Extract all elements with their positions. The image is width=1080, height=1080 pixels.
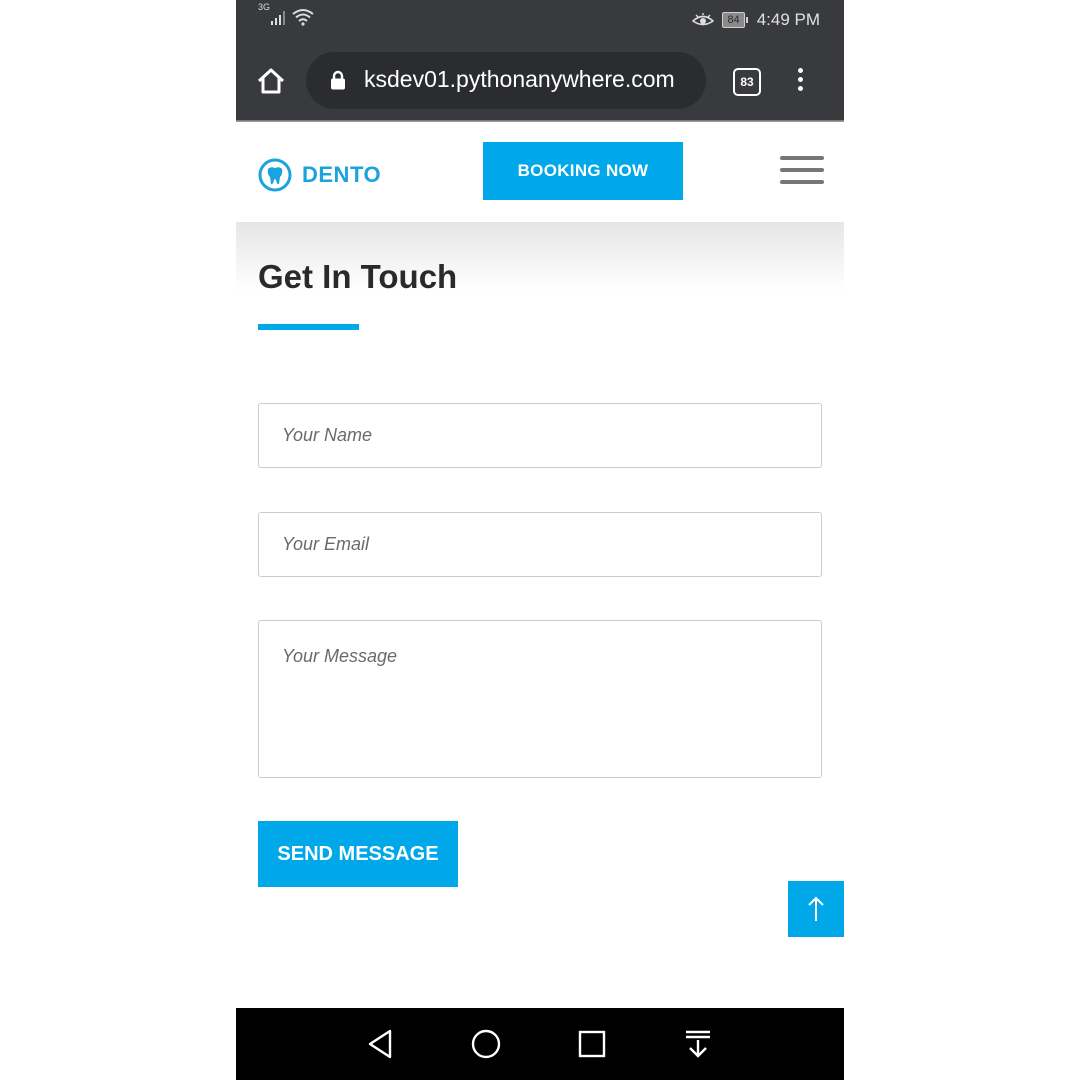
message-placeholder: Your Message: [282, 646, 398, 666]
more-icon[interactable]: [798, 68, 804, 95]
battery-icon: 84: [722, 12, 748, 28]
email-placeholder: Your Email: [282, 534, 370, 554]
notifications-icon[interactable]: [680, 1026, 716, 1062]
wifi-icon: [292, 9, 314, 26]
title-underline: [258, 324, 359, 330]
status-bar: 3G 84 4:49 PM: [236, 0, 844, 42]
browser-toolbar: ksdev01.pythonanywhere.com 83: [236, 42, 844, 120]
signal-icon: [271, 11, 286, 25]
lock-icon: [331, 70, 345, 90]
scroll-top-button[interactable]: [788, 881, 844, 937]
clock: 4:49 PM: [756, 10, 820, 29]
arrow-up-icon: [808, 896, 824, 921]
system-nav-bar: [236, 1008, 844, 1080]
site-header: DENTO BOOKING NOW: [236, 122, 844, 222]
address-bar[interactable]: ksdev01.pythonanywhere.com: [306, 52, 706, 109]
message-field[interactable]: Your Message: [258, 620, 822, 778]
tabs-icon[interactable]: 83: [733, 68, 761, 96]
logo-text: DENTO: [302, 162, 382, 187]
eye-icon: [692, 13, 715, 26]
tooth-logo-icon: [258, 158, 292, 192]
status-left: 3G: [258, 2, 314, 26]
hamburger-icon[interactable]: [780, 156, 824, 192]
logo[interactable]: DENTO: [258, 158, 381, 192]
email-field[interactable]: Your Email: [258, 512, 822, 577]
status-right: 84 4:49 PM: [692, 10, 820, 30]
booking-now-button[interactable]: BOOKING NOW: [483, 142, 683, 200]
phone-screen: 3G 84 4:49 PM ksdev01.pythonanywhere.com…: [236, 0, 844, 1080]
name-placeholder: Your Name: [282, 425, 373, 445]
home-icon[interactable]: [256, 66, 286, 96]
send-message-button[interactable]: SEND MESSAGE: [258, 821, 458, 887]
name-field[interactable]: Your Name: [258, 403, 822, 468]
recents-icon[interactable]: [574, 1026, 610, 1062]
url-text[interactable]: ksdev01.pythonanywhere.com: [364, 66, 698, 93]
back-icon[interactable]: [362, 1026, 398, 1062]
page-title: Get In Touch: [258, 258, 458, 295]
network-type: 3G: [258, 2, 271, 12]
home-circle-icon[interactable]: [468, 1026, 504, 1062]
